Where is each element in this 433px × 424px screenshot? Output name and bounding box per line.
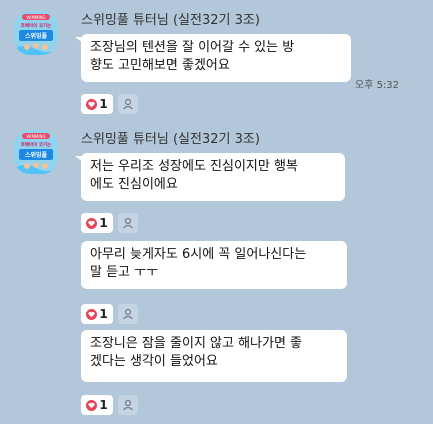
avatar-image: WIMMING 후배아이 코기는 스위밍풀 xyxy=(14,11,58,55)
message-text: 조장님의 텐션을 잘 이어갈 수 있는 방 향도 고민해보면 좋겠어요 xyxy=(90,40,295,73)
heart-icon xyxy=(86,399,98,411)
message-bubble[interactable]: 조장니은 잠을 줄이지 않고 해나가면 좋 겠다는 생각이 들었어요 xyxy=(81,330,347,382)
heart-reaction-button[interactable]: 1 xyxy=(81,94,113,114)
message-bubble[interactable]: 아무리 늦게자도 6시에 꼭 일어나신다는 말 듣고 ㅜㅜ xyxy=(81,241,347,289)
message-text: 아무리 늦게자도 6시에 꼭 일어나신다는 말 듣고 ㅜㅜ xyxy=(90,247,307,280)
avatar-text-top: WIMMING xyxy=(26,15,45,20)
avatar-text-mid: 후배아이 코기는 xyxy=(21,141,52,148)
heart-reaction-button[interactable]: 1 xyxy=(81,395,113,415)
add-reaction-button[interactable] xyxy=(118,304,138,324)
avatar[interactable]: WIMMING 후배아이 코기는 스위밍풀 xyxy=(14,130,58,174)
message-bubble[interactable]: 저는 우리조 성장에도 진심이지만 행복 에도 진심이에요 xyxy=(81,153,345,201)
avatar-text-top: WIMMING xyxy=(26,134,45,139)
reaction-count: 1 xyxy=(99,97,108,111)
reaction-count: 1 xyxy=(99,398,108,412)
sender-name: 스위밍풀 튜터님 (실전32기 3조) xyxy=(81,132,260,147)
message-bubble[interactable]: 조장님의 텐션을 잘 이어갈 수 있는 방 향도 고민해보면 좋겠어요 xyxy=(81,34,351,82)
add-reaction-button[interactable] xyxy=(118,395,138,415)
avatar[interactable]: WIMMING 후배아이 코기는 스위밍풀 xyxy=(14,11,58,55)
person-icon xyxy=(123,308,133,320)
person-icon xyxy=(123,399,133,411)
heart-reaction-button[interactable]: 1 xyxy=(81,304,113,324)
message-text: 저는 우리조 성장에도 진심이지만 행복 에도 진심이에요 xyxy=(90,159,298,192)
add-reaction-button[interactable] xyxy=(118,213,138,233)
reaction-count: 1 xyxy=(99,307,108,321)
heart-icon xyxy=(86,308,98,320)
reaction-count: 1 xyxy=(99,216,108,230)
avatar-text-main: 스위밍풀 xyxy=(25,32,48,40)
message-time: 오후 5:32 xyxy=(355,80,400,91)
heart-icon xyxy=(86,98,98,110)
heart-icon xyxy=(86,217,98,229)
sender-name: 스위밍풀 튜터님 (실전32기 3조) xyxy=(81,13,260,28)
add-reaction-button[interactable] xyxy=(118,94,138,114)
avatar-text-main: 스위밍풀 xyxy=(25,151,48,159)
person-icon xyxy=(123,98,133,110)
avatar-image: WIMMING 후배아이 코기는 스위밍풀 xyxy=(14,130,58,174)
avatar-text-mid: 후배아이 코기는 xyxy=(21,22,52,29)
heart-reaction-button[interactable]: 1 xyxy=(81,213,113,233)
message-text: 조장니은 잠을 줄이지 않고 해나가면 좋 겠다는 생각이 들었어요 xyxy=(90,336,303,369)
person-icon xyxy=(123,217,133,229)
